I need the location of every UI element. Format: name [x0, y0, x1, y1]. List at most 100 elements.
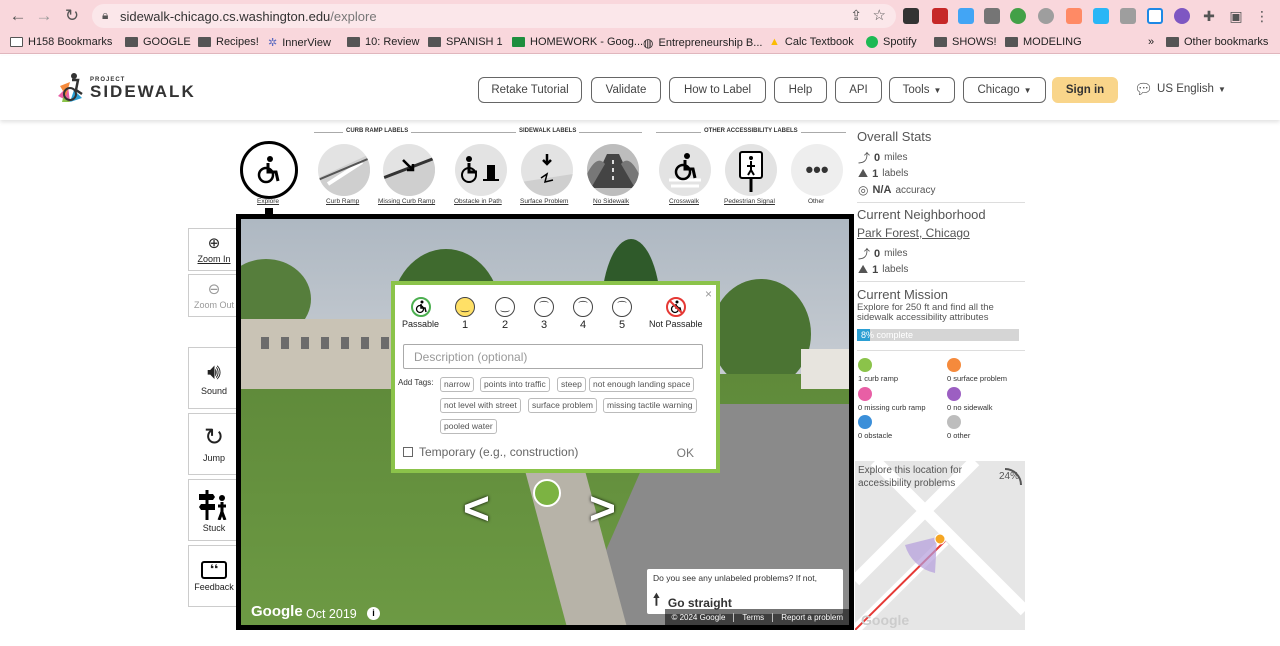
overall-miles-row: ⤴ 0 miles	[858, 151, 908, 165]
bookmark-item[interactable]: ▲ Calc Textbook	[769, 36, 854, 48]
feedback-button[interactable]: ❛❛ Feedback	[188, 545, 239, 607]
mission-progress-bar: 8% complete	[857, 329, 1019, 341]
bookmark-item[interactable]: ◍ Entrepreneurship B...	[643, 36, 762, 50]
extension-icon[interactable]	[1093, 8, 1109, 24]
tool-surface-problem[interactable]	[521, 144, 573, 196]
tag-points-into-traffic[interactable]: points into traffic	[480, 377, 550, 392]
language-selector[interactable]: 💬︎ US English ▼	[1134, 80, 1226, 98]
bookmark-item[interactable]: Recipes!	[198, 36, 259, 48]
severity-1[interactable]: ‿ 1	[455, 297, 475, 331]
forward-icon[interactable]: →	[34, 6, 54, 26]
pan-right-arrow-icon[interactable]: >	[589, 481, 616, 535]
severity-passable[interactable]: Passable	[402, 297, 439, 329]
pan-left-arrow-icon[interactable]: <	[463, 481, 490, 535]
bookmark-item[interactable]: GOOGLE	[125, 36, 191, 48]
tool-surface-problem-label: Surface Problem	[520, 198, 569, 205]
extension-icon[interactable]	[932, 8, 948, 24]
extension-icon[interactable]	[1147, 8, 1163, 24]
neighborhood-link[interactable]: Park Forest, Chicago	[857, 226, 970, 240]
extension-icon[interactable]	[1010, 8, 1026, 24]
extension-icon[interactable]	[1038, 8, 1054, 24]
tool-obstacle[interactable]	[455, 144, 507, 196]
description-input[interactable]: Description (optional)	[403, 344, 703, 369]
bookmark-item[interactable]: SHOWS!	[934, 36, 997, 48]
back-icon[interactable]: ←	[8, 6, 28, 26]
help-button[interactable]: Help	[774, 77, 827, 103]
tool-pedestrian-signal[interactable]	[725, 144, 777, 196]
address-bar[interactable]: 🔒︎ sidewalk-chicago.cs.washington.edu/ex…	[92, 4, 896, 28]
bookmark-item[interactable]: HOMEWORK - Goog...	[512, 36, 643, 48]
extension-icon[interactable]	[903, 8, 919, 24]
how-to-label-button[interactable]: How to Label	[669, 77, 766, 103]
reload-icon[interactable]: ↻	[62, 6, 82, 26]
bookmark-item[interactable]: ✲ InnerView	[268, 36, 331, 50]
tag-not-level-with-street[interactable]: not level with street	[440, 398, 521, 413]
extensions-puzzle-icon[interactable]: ✚	[1199, 6, 1219, 26]
extension-icon[interactable]	[1174, 8, 1190, 24]
tag-steep[interactable]: steep	[557, 377, 586, 392]
bookmark-star-icon[interactable]: ☆	[873, 6, 886, 24]
severity-not-passable[interactable]: Not Passable	[649, 297, 703, 329]
severity-2[interactable]: ‿ 2	[495, 297, 515, 331]
tool-other[interactable]: •••	[791, 144, 843, 196]
minimap-google-logo: Google	[861, 612, 910, 628]
bookmark-item[interactable]: MODELING	[1005, 36, 1082, 48]
menu-icon[interactable]: ⋮	[1252, 6, 1272, 26]
tag-narrow[interactable]: narrow	[440, 377, 474, 392]
ok-button[interactable]: OK	[677, 446, 694, 460]
zoom-out-button[interactable]: ⊖ Zoom Out	[188, 274, 239, 317]
severity-3[interactable]: ⁀ 3	[534, 297, 554, 331]
extension-icon[interactable]	[958, 8, 974, 24]
city-dropdown[interactable]: Chicago ▼	[963, 77, 1046, 103]
tool-crosswalk[interactable]	[659, 144, 711, 196]
extension-icon[interactable]	[1120, 8, 1136, 24]
tag-not-enough-landing-space[interactable]: not enough landing space	[589, 377, 695, 392]
tag-pooled-water[interactable]: pooled water	[440, 419, 497, 434]
temporary-checkbox-row[interactable]: Temporary (e.g., construction)	[403, 445, 578, 459]
temporary-checkbox[interactable]	[403, 447, 413, 457]
surface-problem-icon	[521, 154, 573, 196]
side-panel-icon[interactable]: ▣	[1226, 6, 1246, 26]
jump-button[interactable]: ↻ Jump	[188, 413, 239, 475]
minimap[interactable]: Explore this location for accessibility …	[855, 461, 1025, 630]
tag-missing-tactile-warning[interactable]: missing tactile warning	[603, 398, 697, 413]
share-icon[interactable]: ⇪	[850, 7, 862, 24]
extension-icon[interactable]	[1066, 8, 1082, 24]
tool-no-sidewalk[interactable]	[587, 144, 639, 196]
sign-in-button[interactable]: Sign in	[1052, 77, 1118, 103]
bookmark-item[interactable]: Spotify	[866, 36, 917, 48]
tool-curb-ramp[interactable]	[318, 144, 370, 196]
sv-house	[801, 349, 849, 389]
validate-button[interactable]: Validate	[591, 77, 661, 103]
feedback-quote-icon: ❛❛	[201, 560, 227, 579]
severity-5[interactable]: ⁀ 5	[612, 297, 632, 331]
bookmarks-overflow[interactable]: »	[1148, 36, 1154, 48]
sound-button[interactable]: 🔊︎ Sound	[188, 347, 239, 409]
tag-surface-problem[interactable]: surface problem	[528, 398, 597, 413]
mission-progress-text: 8% complete	[861, 330, 914, 340]
info-icon[interactable]: i	[367, 607, 380, 620]
other-bookmarks[interactable]: Other bookmarks	[1166, 36, 1268, 48]
bookmark-item[interactable]: SPANISH 1	[428, 36, 503, 48]
terms-link[interactable]: Terms	[742, 613, 764, 622]
tools-dropdown[interactable]: Tools ▼	[889, 77, 955, 103]
lock-icon: 🔒︎	[102, 8, 109, 22]
report-problem-link[interactable]: Report a problem	[781, 613, 843, 622]
project-sidewalk-logo[interactable]: PROJECT SIDEWALK	[56, 72, 196, 104]
retake-tutorial-button[interactable]: Retake Tutorial	[478, 77, 582, 103]
bookmark-item[interactable]: H158 Bookmarks	[10, 36, 112, 48]
group-sidewalk-label: SIDEWALK LABELS	[516, 128, 580, 134]
api-button[interactable]: API	[835, 77, 882, 103]
close-icon[interactable]: ×	[705, 287, 712, 301]
stuck-button[interactable]: Stuck	[188, 479, 239, 541]
bookmark-item[interactable]: 10: Review	[347, 36, 419, 48]
severity-4[interactable]: ⁀ 4	[573, 297, 593, 331]
tool-explore[interactable]	[240, 141, 298, 199]
tool-missing-curb-ramp[interactable]	[383, 144, 435, 196]
zoom-in-button[interactable]: ⊕ Zoom In	[188, 228, 239, 271]
extension-icon[interactable]	[984, 8, 1000, 24]
severity-3-label: 3	[540, 319, 548, 331]
count-missing-curb-ramp: 0 missing curb ramp	[858, 387, 926, 412]
tool-explore-label: Explore	[257, 198, 280, 205]
placed-curb-ramp-label-icon[interactable]	[533, 479, 561, 507]
